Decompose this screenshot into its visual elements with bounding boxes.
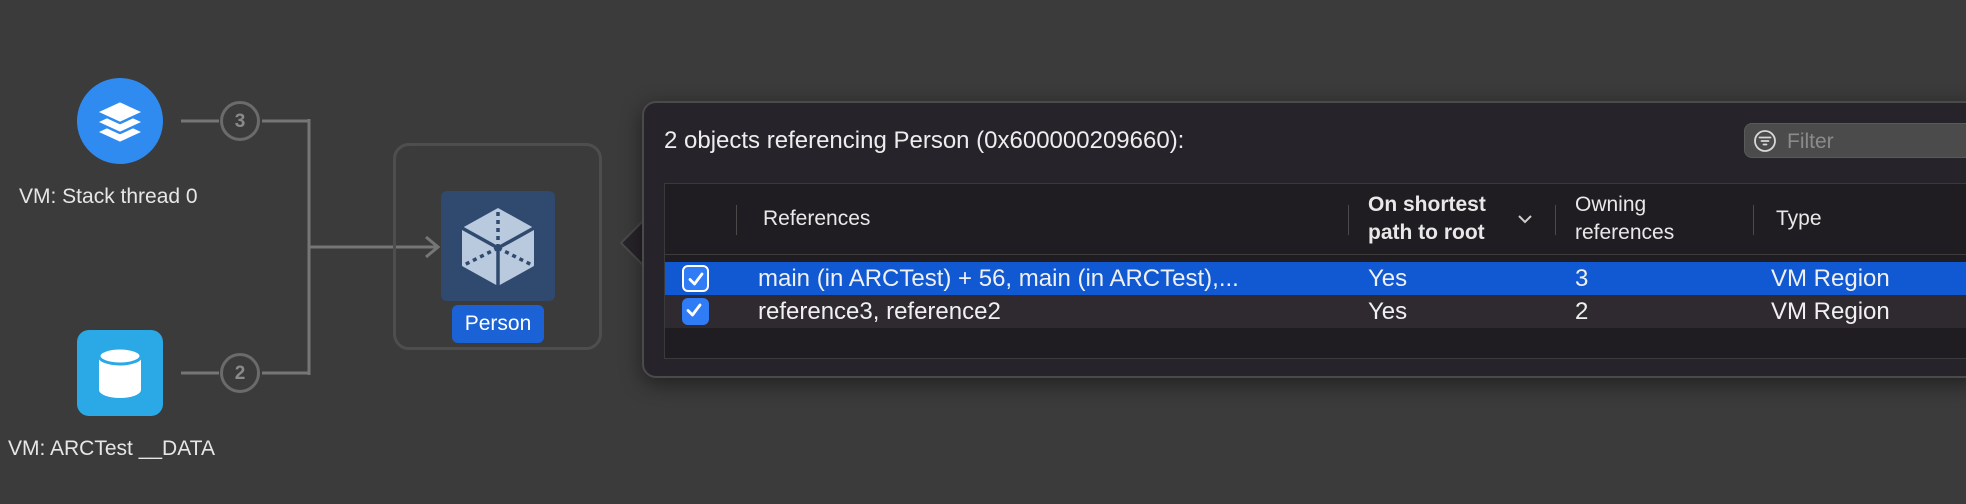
references-popover: 2 objects referencing Person (0x60000020… [642,101,1966,378]
checkmark-icon [688,272,704,286]
cell-owning: 2 [1575,298,1589,325]
arctest-data-node-label: VM: ARCTest __DATA [8,437,215,460]
object-cube-icon [461,208,535,286]
column-separator [1555,205,1556,235]
stack-layers-icon [94,99,146,145]
table-row[interactable]: reference3, reference2 Yes 2 VM Region [665,295,1966,328]
person-node-label[interactable]: Person [452,305,544,343]
column-header-type[interactable]: Type [1776,205,1822,233]
references-table: References On shortest path to root Owni… [664,183,1966,359]
database-icon [97,346,143,398]
memory-graph-canvas: VM: Stack thread 0 3 VM: ARCTest __DATA … [0,0,1966,504]
checkmark-icon [686,303,702,317]
cell-type: VM Region [1771,298,1890,325]
stack-thread-node-icon[interactable] [77,78,163,164]
column-separator [1348,205,1349,235]
cell-owning: 3 [1575,265,1589,292]
person-node-icon[interactable] [441,191,555,301]
cell-shortest: Yes [1368,265,1408,292]
filter-input[interactable] [1785,126,1966,157]
column-header-owning-line1[interactable]: Owning [1575,191,1646,219]
sort-chevron-down-icon[interactable] [1517,213,1533,225]
arctest-data-node-icon[interactable] [77,330,163,416]
edge-count-badge: 3 [220,101,260,141]
cell-references: reference3, reference2 [758,298,1001,325]
column-header-references[interactable]: References [763,205,870,233]
popover-title: 2 objects referencing Person (0x60000020… [664,127,1185,154]
column-header-shortest-line2[interactable]: path to root [1368,219,1485,247]
table-header: References On shortest path to root Owni… [665,184,1966,255]
edge-count-badge: 2 [220,353,260,393]
table-row[interactable]: main (in ARCTest) + 56, main (in ARCTest… [665,262,1966,295]
filter-icon [1754,130,1776,152]
row-checkbox[interactable] [682,265,709,292]
column-header-shortest-line1[interactable]: On shortest [1368,191,1486,219]
column-separator [736,205,737,235]
stack-thread-node-label: VM: Stack thread 0 [19,185,198,208]
column-header-owning-line2[interactable]: references [1575,219,1674,247]
cell-shortest: Yes [1368,298,1408,325]
column-separator [1753,205,1754,235]
row-checkbox[interactable] [682,298,709,325]
filter-field[interactable] [1744,123,1966,158]
cell-references: main (in ARCTest) + 56, main (in ARCTest… [758,265,1239,292]
cell-type: VM Region [1771,265,1890,292]
